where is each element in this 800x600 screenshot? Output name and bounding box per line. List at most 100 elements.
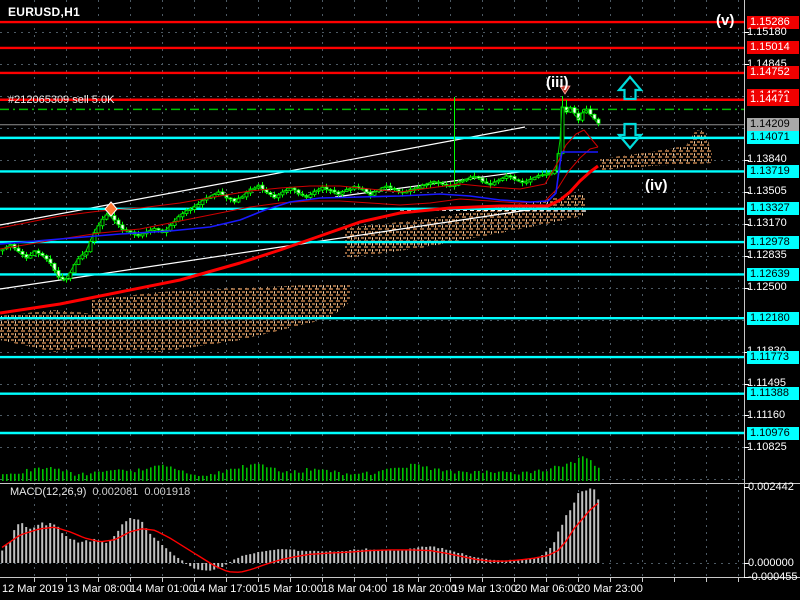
macd-histogram-bar	[309, 550, 312, 563]
candle-body	[28, 255, 33, 259]
macd-histogram-bar	[281, 549, 284, 563]
macd-histogram-bar	[185, 563, 188, 564]
volume-bar	[414, 463, 416, 481]
volume-bar	[50, 467, 52, 481]
macd-histogram-bar	[369, 549, 372, 563]
volume-bar	[298, 472, 300, 481]
volume-bar	[274, 467, 276, 481]
volume-bar	[266, 467, 268, 481]
price-axis-label: 1.12180	[747, 311, 799, 325]
volume-bar	[394, 467, 396, 481]
macd-histogram-bar	[97, 540, 100, 563]
time-axis-label: 18 Mar 20:00	[392, 583, 457, 595]
macd-histogram-bar	[429, 546, 432, 563]
macd-histogram-bar	[233, 559, 236, 563]
volume-bar	[434, 468, 436, 481]
candle-body	[524, 181, 529, 184]
volume-bar	[18, 473, 20, 481]
volume-bar	[54, 468, 56, 481]
volume-bar	[378, 471, 380, 481]
open-order-label[interactable]: #212065309 sell 5.0K	[8, 94, 114, 106]
volume-bar	[170, 466, 172, 481]
macd-histogram-bar	[117, 530, 120, 563]
volume-bar	[218, 471, 220, 481]
macd-histogram-bar	[121, 524, 124, 563]
volume-bar	[10, 473, 12, 481]
volume-bar	[466, 472, 468, 481]
macd-histogram-bar	[1, 550, 4, 563]
volume-bar	[454, 473, 456, 481]
chart-canvas[interactable]	[0, 0, 800, 600]
macd-histogram-bar	[45, 525, 48, 563]
volume-bar	[154, 465, 156, 481]
macd-histogram-bar	[181, 560, 184, 563]
wave-label-v[interactable]: (v)	[716, 12, 734, 29]
price-axis-label: 1.13170	[747, 217, 787, 230]
macd-histogram-bar	[285, 549, 288, 563]
volume-bar	[278, 471, 280, 481]
macd-histogram-bar	[205, 563, 208, 571]
volume-bar	[586, 458, 588, 481]
volume-bar	[62, 471, 64, 481]
macd-histogram-bar	[265, 550, 268, 563]
volume-bar	[142, 470, 144, 481]
volume-bar	[82, 472, 84, 481]
volume-bar	[126, 470, 128, 481]
macd-histogram-bar	[77, 542, 80, 563]
volume-bar	[174, 468, 176, 481]
axis-tick	[744, 383, 749, 385]
macd-histogram-bar	[549, 547, 552, 563]
volume-bar	[302, 472, 304, 481]
volume-bar	[470, 473, 472, 481]
macd-histogram-bar	[389, 550, 392, 563]
volume-bar	[242, 465, 244, 481]
volume-bar	[450, 470, 452, 481]
volume-bar	[234, 468, 236, 481]
time-axis-label: 19 Mar 13:00	[452, 583, 517, 595]
axis-tick	[744, 255, 749, 257]
axis-tick	[744, 159, 749, 161]
candle-body	[188, 208, 193, 211]
volume-bar	[530, 473, 532, 481]
volume-bar	[190, 474, 192, 481]
mt4-chart-window: EURUSD,H1 #212065309 sell 5.0K MACD(12,2…	[0, 0, 800, 600]
macd-histogram-bar	[425, 546, 428, 563]
volume-bar	[446, 470, 448, 481]
volume-bar	[138, 468, 140, 481]
axis-tick	[744, 223, 749, 225]
volume-bar	[354, 473, 356, 481]
volume-bar	[386, 468, 388, 481]
volume-bar	[286, 471, 288, 481]
volume-bar	[502, 471, 504, 481]
wave-label-iii[interactable]: (iii)	[546, 74, 569, 91]
volume-bar	[582, 456, 584, 481]
macd-indicator-label: MACD(12,26,9) 0.002081 0.001918	[10, 486, 196, 498]
volume-bar	[226, 469, 228, 481]
price-axis-label: 1.11773	[747, 350, 799, 364]
wave-label-iv[interactable]: (iv)	[645, 177, 668, 194]
volume-bar	[66, 470, 68, 481]
axis-tick	[744, 415, 749, 417]
volume-bar	[534, 470, 536, 481]
price-axis-label: 1.10976	[747, 426, 799, 440]
volume-bar	[506, 471, 508, 481]
volume-bar	[166, 466, 168, 481]
macd-value-signal: 0.001918	[144, 486, 191, 498]
time-axis-label: 13 Mar 08:00	[67, 583, 132, 595]
volume-bar	[398, 467, 400, 481]
volume-bar	[498, 471, 500, 481]
price-axis-label: 1.11160	[747, 408, 786, 421]
volume-bar	[98, 471, 100, 481]
macd-histogram-bar	[305, 551, 308, 563]
axis-tick	[744, 287, 749, 289]
macd-histogram-bar	[165, 548, 168, 563]
time-axis-label: 12 Mar 2019	[2, 583, 64, 595]
volume-bar	[90, 473, 92, 481]
volume-bar	[590, 460, 592, 481]
volume-bar	[118, 469, 120, 481]
candle-body	[348, 188, 353, 191]
volume-bar	[338, 472, 340, 481]
macd-histogram-bar	[109, 540, 112, 563]
price-axis-label: 1.10825	[747, 440, 787, 453]
time-axis-label: 14 Mar 17:00	[193, 583, 258, 595]
